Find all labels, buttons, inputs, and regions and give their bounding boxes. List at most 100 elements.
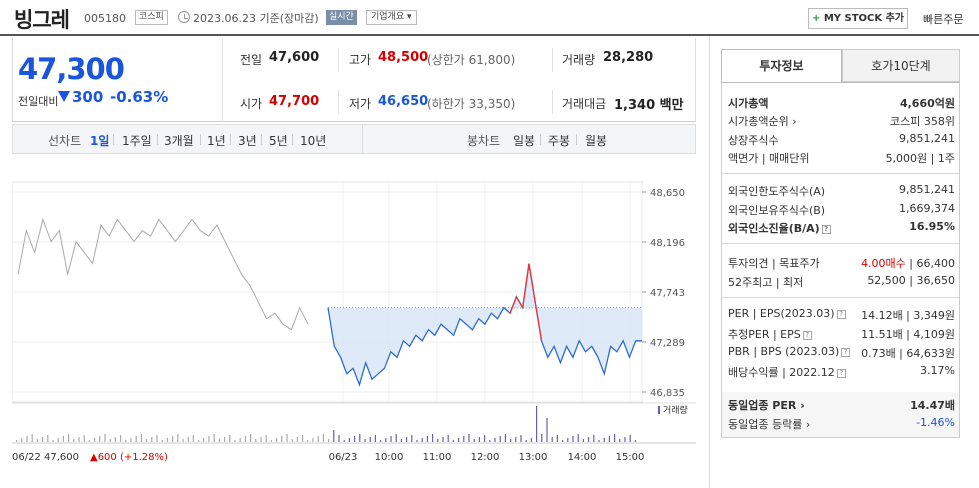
x-tick-label: 15:00 xyxy=(616,452,645,463)
sector-rate-value: -1.46% xyxy=(916,416,955,429)
volume-bar xyxy=(520,435,522,442)
summary-divider xyxy=(552,90,553,114)
help-icon[interactable]: ? xyxy=(836,368,846,378)
price-chart[interactable]: 48,650 48,196 47,743 47,289 46,835 06/23 10:0… xyxy=(12,155,696,488)
volume-bar xyxy=(260,437,262,442)
change-rate: -0.63% xyxy=(110,88,169,106)
volume-bar xyxy=(192,435,194,442)
volume-bar xyxy=(468,434,470,442)
volume-bar xyxy=(130,438,132,442)
face-value-value: 5,000원 | 1주 xyxy=(885,152,955,165)
upper-limit: (상한가 61,800) xyxy=(427,53,516,67)
volume-bar xyxy=(338,435,340,442)
volume-bar xyxy=(218,439,220,442)
company-overview-dropdown[interactable]: 기업개요 ▾ xyxy=(366,10,417,25)
summary-divider xyxy=(552,48,553,72)
volume-bar xyxy=(213,434,215,442)
help-icon[interactable]: ? xyxy=(821,224,831,234)
volume-bar xyxy=(21,438,23,442)
tab-daily-candle[interactable]: 일봉 xyxy=(513,132,535,149)
trade-amount-value: 1,340 백만 xyxy=(614,98,684,113)
tab-10year[interactable]: 10년 xyxy=(300,132,326,149)
volume-bar xyxy=(624,437,626,442)
sector-rate-label[interactable]: 동일업종 등락률 › xyxy=(728,416,810,432)
quick-order-link[interactable]: 빠른주문 xyxy=(923,11,963,27)
period-bar-divider xyxy=(362,124,363,154)
volume-bar xyxy=(120,435,122,442)
chevron-right-icon: › xyxy=(802,418,811,431)
sector-per-label[interactable]: 동일업종 PER › xyxy=(728,397,805,413)
volume-bar xyxy=(452,440,454,442)
volume-bar xyxy=(322,434,324,442)
volume-bar xyxy=(270,440,272,442)
volume-bar xyxy=(328,439,330,442)
tab-divider xyxy=(261,134,262,145)
foreign-hold-value: 1,669,374 xyxy=(899,202,955,215)
help-icon[interactable]: ? xyxy=(836,309,846,319)
volume-bar xyxy=(634,440,636,442)
tab-3year[interactable]: 3년 xyxy=(238,132,257,149)
volume-bar xyxy=(364,439,366,442)
market-cap-label: 시가총액 xyxy=(728,97,769,110)
volume-legend: 거래량 xyxy=(663,404,688,416)
volume-bar xyxy=(36,439,38,442)
market-cap-value: 4,660억원 xyxy=(899,97,955,110)
tab-1year[interactable]: 1년 xyxy=(207,132,226,149)
week52-value: 52,500 | 36,650 xyxy=(867,274,955,287)
dividend-label: 배당수익률 | 2022.12? xyxy=(728,364,846,380)
volume-bar xyxy=(78,437,80,442)
add-mystock-button[interactable]: + MY STOCK 추가 xyxy=(808,8,908,29)
volume-bar xyxy=(114,437,116,442)
plus-icon: + xyxy=(811,13,821,24)
tab-monthly-candle[interactable]: 월봉 xyxy=(585,132,607,149)
volume-bar xyxy=(276,438,278,442)
prev-close-value: 47,600 xyxy=(269,50,320,65)
per-eps-value: 14.12배 | 3,349원 xyxy=(861,309,955,322)
tab-order-book[interactable]: 호가10단계 xyxy=(842,49,960,82)
volume-bar xyxy=(359,434,361,442)
help-icon[interactable]: ? xyxy=(802,330,812,340)
tab-1day[interactable]: 1일 xyxy=(90,132,109,149)
volume-bar xyxy=(588,437,590,442)
help-icon[interactable]: ? xyxy=(841,347,851,357)
volume-bar xyxy=(182,439,184,442)
change-value: 300 xyxy=(72,88,104,106)
volume-bar xyxy=(187,437,189,442)
opinion-label: 투자의견 | 목표주가 xyxy=(728,257,820,270)
listed-shares-label: 상장주식수 xyxy=(728,134,779,147)
foreign-limit-label: 외국인한도주식수(A) xyxy=(728,185,826,198)
trade-amount-label: 거래대금 xyxy=(562,97,607,111)
y-tick-label: 46,835 xyxy=(650,388,685,399)
tab-1week[interactable]: 1주일 xyxy=(122,132,152,149)
tab-divider xyxy=(157,134,158,145)
low-value: 46,650 xyxy=(378,94,429,109)
tab-weekly-candle[interactable]: 주봉 xyxy=(548,132,570,149)
realtime-button[interactable]: 실시간 xyxy=(326,10,357,25)
pbr-bps-label: PBR | BPS (2023.03)? xyxy=(728,345,851,358)
section-divider xyxy=(722,243,959,244)
open-value: 47,700 xyxy=(269,94,320,109)
volume-bar xyxy=(198,440,200,442)
volume-bar xyxy=(546,418,548,442)
prev-day-series xyxy=(17,217,309,331)
y-tick-label: 48,196 xyxy=(650,238,685,249)
volume-bar xyxy=(224,437,226,442)
market-cap-rank-value: 코스피 358위 xyxy=(890,115,955,128)
y-tick-label: 47,289 xyxy=(650,338,685,349)
tab-5year[interactable]: 5년 xyxy=(269,132,288,149)
prev-day-change: ▲600 (+1.28%) xyxy=(90,452,168,463)
chevron-right-icon: › xyxy=(788,115,797,128)
tab-3month[interactable]: 3개월 xyxy=(164,132,194,149)
volume-bar xyxy=(489,440,491,442)
volume-bar xyxy=(536,406,538,442)
volume-bar xyxy=(348,438,350,442)
tab-invest-info[interactable]: 투자정보 xyxy=(721,49,842,82)
market-cap-rank-label[interactable]: 시가총액순위 › xyxy=(728,113,797,129)
volume-bar xyxy=(572,436,574,442)
volume-bar xyxy=(234,440,236,442)
volume-bar xyxy=(281,436,283,442)
volume-bar xyxy=(593,435,595,442)
volume-bar xyxy=(400,439,402,442)
volume-bar xyxy=(380,440,382,442)
opinion-score: 4.00매수 xyxy=(861,257,906,270)
